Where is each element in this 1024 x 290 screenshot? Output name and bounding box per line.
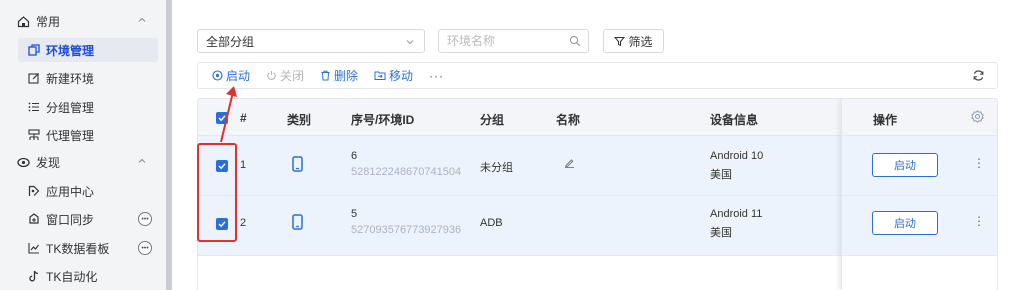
sidebar-item-group-manage[interactable]: 分组管理 <box>18 95 158 119</box>
chevron-up-icon[interactable] <box>136 155 148 167</box>
sidebar-item-app-center[interactable]: 应用中心 <box>18 179 158 203</box>
sidebar-section-common[interactable]: 常用 <box>0 8 166 34</box>
play-circle-icon <box>212 70 223 81</box>
sidebar-item-proxy-manage[interactable]: 代理管理 <box>18 123 158 147</box>
filter-button[interactable]: 筛选 <box>603 29 664 53</box>
column-settings-icon[interactable] <box>971 110 984 126</box>
list-icon <box>27 101 40 114</box>
filter-label: 筛选 <box>628 34 653 49</box>
tiktok-icon <box>27 270 40 283</box>
home-icon <box>16 14 30 28</box>
row-os: Android 11 <box>710 208 763 220</box>
sidebar-item-label: 应用中心 <box>46 184 95 199</box>
sidebar-section-label: 发现 <box>36 155 61 170</box>
start-action[interactable]: 启动 <box>212 67 250 84</box>
env-icon <box>27 44 40 57</box>
chevron-down-icon <box>404 36 416 51</box>
row-seq: 6 <box>351 150 358 162</box>
app-icon <box>27 185 40 198</box>
col-ops: 操作 <box>873 113 898 127</box>
row-seq: 5 <box>351 208 358 220</box>
sidebar-section-label: 常用 <box>36 14 61 29</box>
col-device: 设备信息 <box>710 113 759 127</box>
row-env-id[interactable]: 528122248670741504 <box>351 166 461 178</box>
annotation-arrow <box>220 86 237 143</box>
trash-icon <box>320 70 331 81</box>
folder-move-icon <box>374 70 386 81</box>
row-group: ADB <box>480 217 503 229</box>
sidebar-item-label: 窗口同步 <box>46 212 95 227</box>
col-id[interactable]: 序号/环境ID <box>351 111 414 128</box>
row-group: 未分组 <box>480 162 513 174</box>
col-type: 类别 <box>287 113 312 127</box>
sidebar-item-label: TK数据看板 <box>46 241 110 256</box>
row-env-id[interactable]: 527093576773927936 <box>351 224 461 236</box>
action-bar: 启动 关闭 删除 移动 ··· <box>197 62 998 89</box>
main-content: 全部分组 筛选 启动 关闭 <box>172 0 1024 290</box>
filter-icon <box>614 36 626 47</box>
actions-column: 操作 启动 ⋮ 启动 ⋮ <box>841 99 997 290</box>
edit-icon <box>27 72 40 85</box>
row-region: 美国 <box>710 169 732 181</box>
power-icon <box>266 70 277 81</box>
delete-action-label: 删除 <box>334 69 359 83</box>
proxy-icon <box>27 129 40 142</box>
sidebar-item-label: 环境管理 <box>46 43 95 58</box>
phone-icon <box>292 156 303 175</box>
group-select[interactable]: 全部分组 <box>197 29 425 53</box>
sidebar-item-label: 代理管理 <box>46 128 95 143</box>
col-name: 名称 <box>556 113 581 127</box>
chevron-up-icon[interactable] <box>136 14 148 26</box>
start-action-label: 启动 <box>226 69 251 83</box>
sidebar-item-tk-automation[interactable]: TK自动化 <box>18 264 158 288</box>
row-region: 美国 <box>710 227 732 239</box>
sidebar-item-new-env[interactable]: 新建环境 <box>18 66 158 90</box>
edit-name-icon[interactable] <box>564 157 575 171</box>
row-os: Android 10 <box>710 150 764 162</box>
more-badge: ••• <box>138 241 152 255</box>
actions-cell: 启动 ⋮ <box>842 196 997 256</box>
col-group: 分组 <box>480 113 505 127</box>
sidebar-item-env-manage[interactable]: 环境管理 <box>18 38 158 62</box>
chart-icon <box>27 242 40 255</box>
sidebar-item-label: 分组管理 <box>46 100 95 115</box>
sidebar: 常用 环境管理 新建环境 分组管理 代理管理 发现 应用中心 窗口同步 ••• … <box>0 0 166 290</box>
sidebar-item-label: 新建环境 <box>46 71 95 86</box>
more-actions-button[interactable]: ··· <box>429 69 444 83</box>
more-actions-label: ··· <box>429 68 445 83</box>
actions-cell: 启动 ⋮ <box>842 136 997 196</box>
delete-action[interactable]: 删除 <box>320 67 358 84</box>
sidebar-section-discover[interactable]: 发现 <box>0 149 166 175</box>
row-number: 1 <box>240 159 247 171</box>
compass-icon <box>16 155 30 169</box>
group-select-value: 全部分组 <box>206 34 255 49</box>
move-action[interactable]: 移动 <box>374 67 413 84</box>
env-name-search-input[interactable] <box>438 29 589 53</box>
sidebar-item-label: TK自动化 <box>46 269 98 284</box>
sidebar-item-tk-dashboard[interactable]: TK数据看板 ••• <box>18 236 158 260</box>
start-button[interactable]: 启动 <box>872 153 938 177</box>
col-num: # <box>240 111 247 125</box>
close-action[interactable]: 关闭 <box>266 67 304 84</box>
actions-column-header: 操作 <box>842 99 997 136</box>
row-more-icon[interactable]: ⋮ <box>973 157 985 169</box>
phone-icon <box>292 214 303 233</box>
env-table: # 类别 序号/环境ID 分组 名称 设备信息 1 6 528122248670… <box>197 98 998 290</box>
sync-icon <box>27 213 40 226</box>
close-action-label: 关闭 <box>280 69 305 83</box>
refresh-icon[interactable] <box>972 69 985 82</box>
row-number: 2 <box>240 217 247 229</box>
highlight-box <box>197 143 237 242</box>
row-more-icon[interactable]: ⋮ <box>973 215 985 227</box>
move-action-label: 移动 <box>389 69 414 83</box>
sidebar-item-window-sync[interactable]: 窗口同步 ••• <box>18 207 158 231</box>
start-button[interactable]: 启动 <box>872 211 938 235</box>
more-badge: ••• <box>138 212 152 226</box>
search-icon[interactable] <box>569 35 581 50</box>
